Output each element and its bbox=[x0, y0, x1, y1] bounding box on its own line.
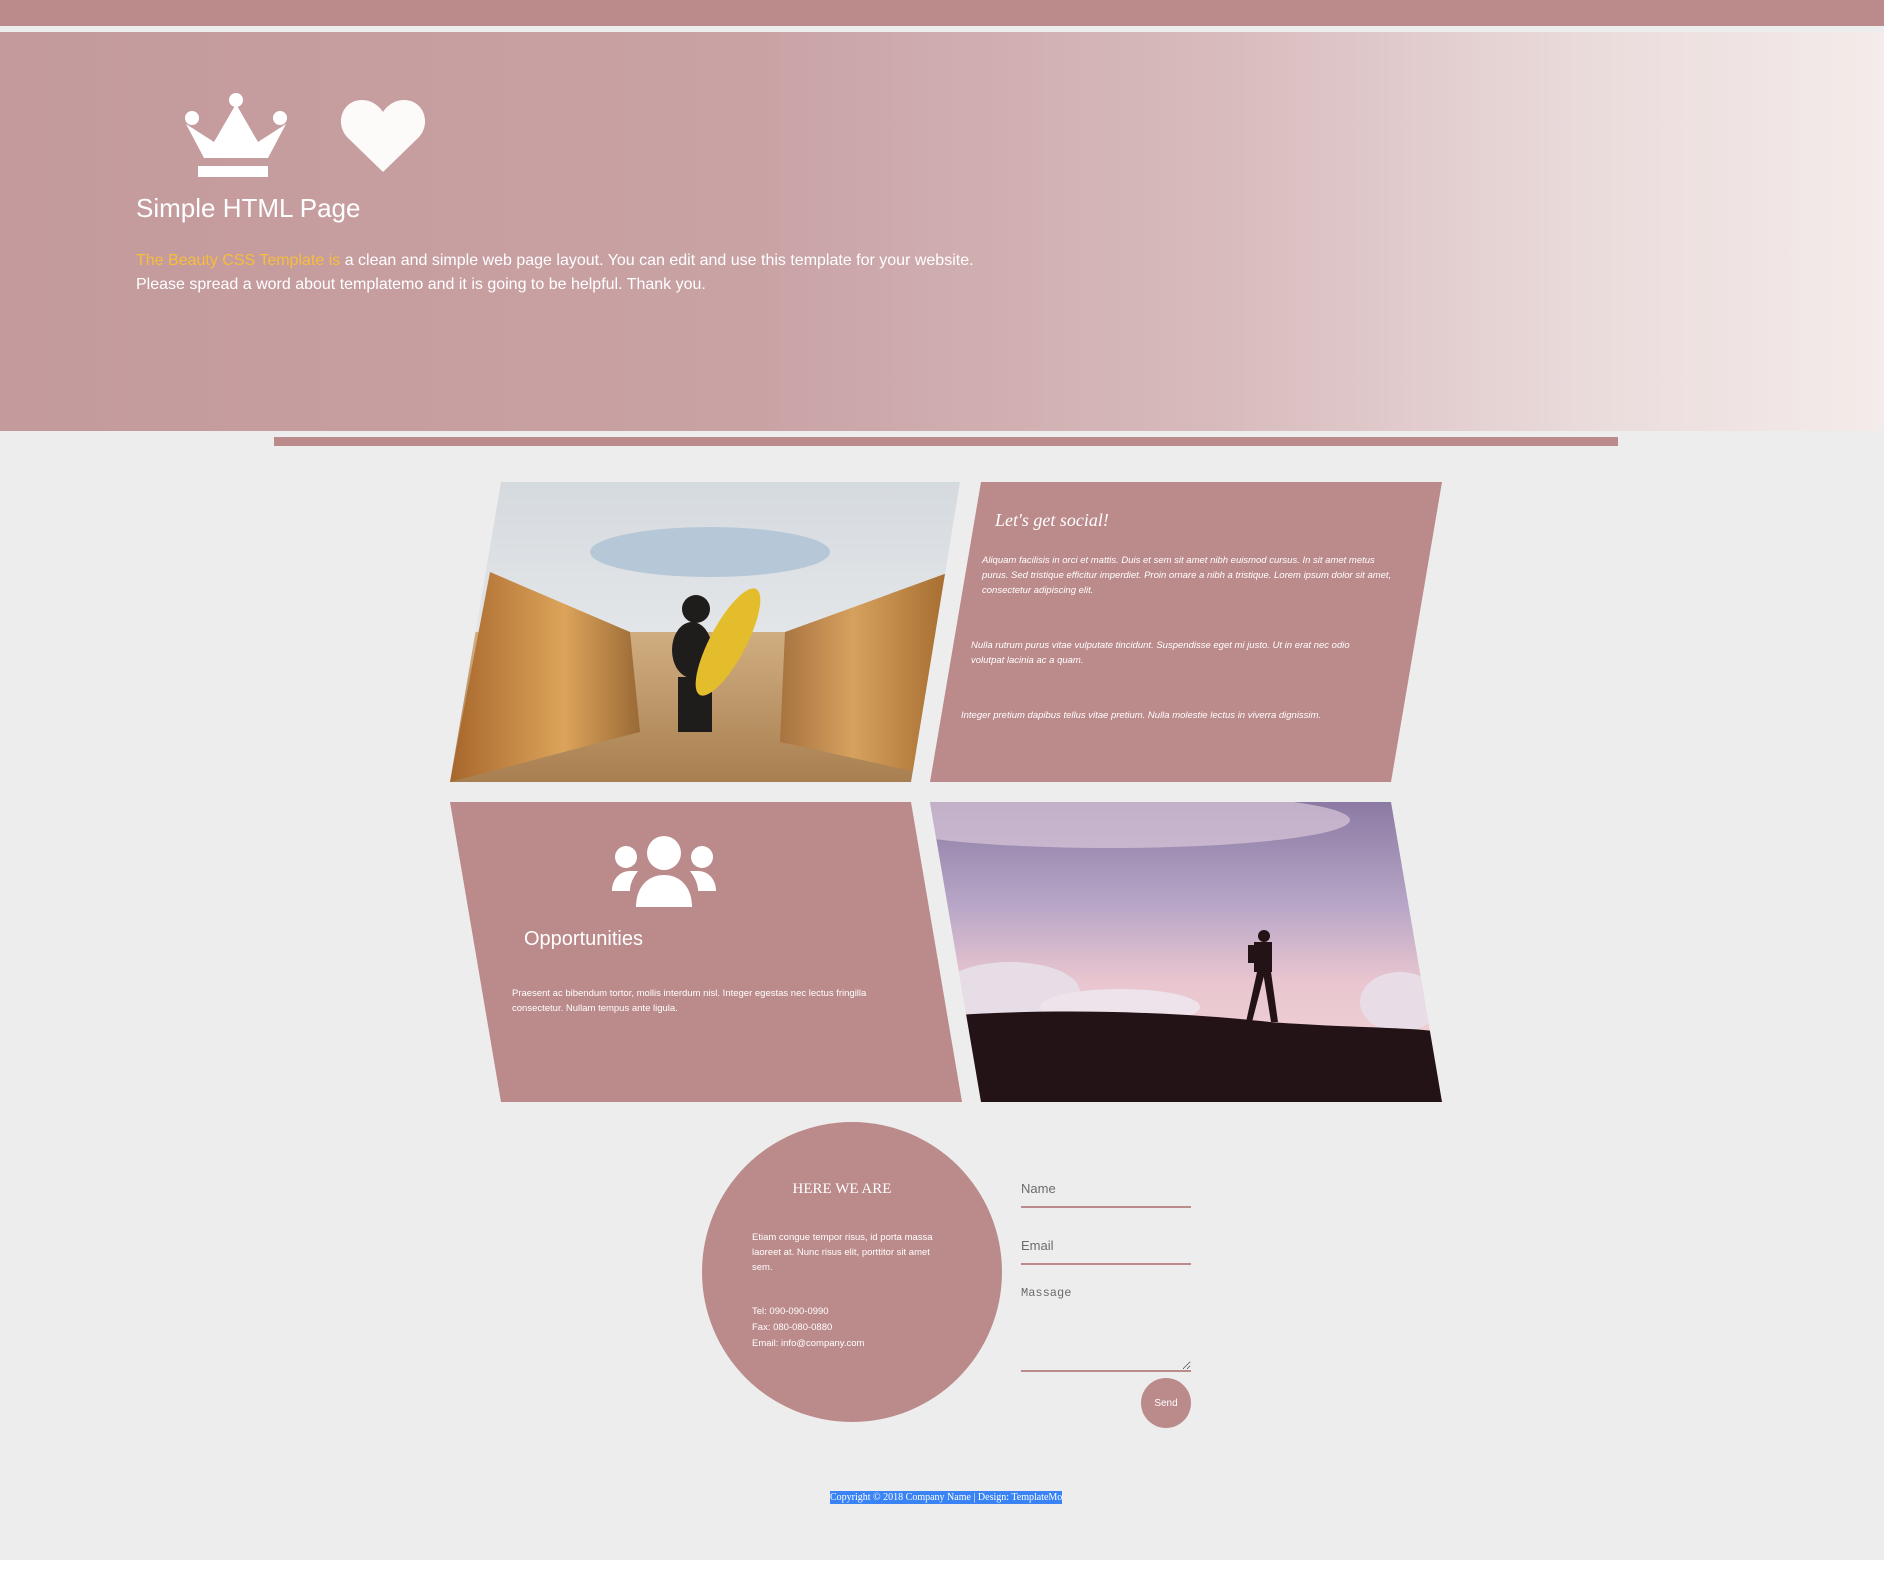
contact-fax: Fax: 080-080-0880 bbox=[752, 1322, 833, 1333]
contact-heading: HERE WE ARE bbox=[792, 1181, 892, 1197]
template-name-highlight: The Beauty CSS Template is bbox=[136, 252, 341, 269]
hiker-photo-tile bbox=[930, 802, 1442, 1102]
social-paragraph-1: Aliquam facilisis in orci et mattis. Dui… bbox=[982, 555, 1392, 596]
people-icon bbox=[612, 836, 716, 907]
surfer-photo bbox=[450, 482, 960, 782]
hero-text-line1: a clean and simple web page layout. You … bbox=[340, 252, 974, 269]
email-input[interactable] bbox=[1021, 1227, 1191, 1265]
opportunities-text: Praesent ac bibendum tortor, mollis inte… bbox=[512, 988, 867, 1014]
send-button[interactable]: Send bbox=[1141, 1378, 1191, 1428]
contact-details: Tel: 090-090-0990 Fax: 080-080-0880 Emai… bbox=[752, 1304, 864, 1352]
hiker-photo bbox=[930, 802, 1442, 1102]
opportunities-heading: Opportunities bbox=[524, 928, 643, 950]
social-paragraph-2: Nulla rutrum purus vitae vulputate tinci… bbox=[971, 640, 1350, 666]
surfer-photo-tile bbox=[450, 482, 962, 782]
page-title: Simple HTML Page bbox=[136, 193, 361, 223]
message-textarea[interactable] bbox=[1021, 1284, 1191, 1372]
contact-phone: Tel: 090-090-0990 bbox=[752, 1306, 829, 1317]
footer-copyright: Copyright © 2018 Company Name | Design: … bbox=[830, 1491, 1063, 1504]
contact-email: Email: info@company.com bbox=[752, 1338, 865, 1349]
heart-icon bbox=[340, 100, 426, 172]
social-heading: Let's get social! bbox=[995, 510, 1109, 530]
top-bar bbox=[0, 0, 1884, 26]
contact-description: Etiam congue tempor risus, id porta mass… bbox=[752, 1232, 933, 1273]
section-divider bbox=[274, 437, 1618, 446]
name-input[interactable] bbox=[1021, 1170, 1191, 1208]
hero-text-line2: Please spread a word about templatemo an… bbox=[136, 276, 706, 293]
social-paragraph-3: Integer pretium dapibus tellus vitae pre… bbox=[961, 710, 1322, 721]
hero-description: The Beauty CSS Template is a clean and s… bbox=[136, 249, 1036, 297]
hero-section: Simple HTML Page The Beauty CSS Template… bbox=[0, 32, 1884, 431]
crown-icon bbox=[185, 93, 287, 177]
